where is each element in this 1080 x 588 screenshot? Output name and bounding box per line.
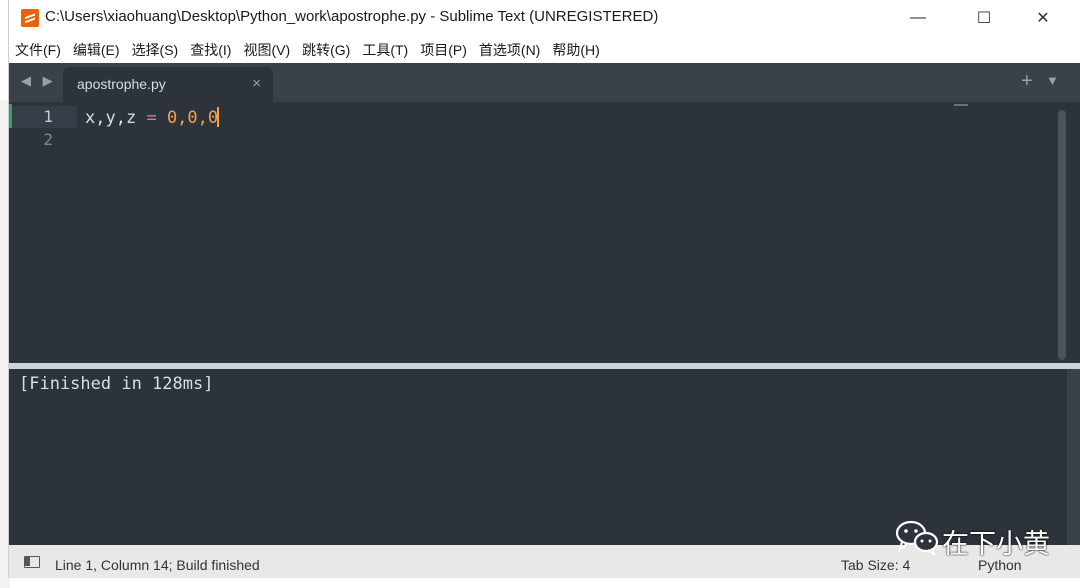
menu-bar: 文件(F) 编辑(E) 选择(S) 查找(I) 视图(V) 跳转(G) 工具(T… [9, 36, 1080, 63]
build-output-text: [Finished in 128ms] [19, 374, 214, 394]
menu-file[interactable]: 文件(F) [9, 40, 67, 60]
sublime-window: C:\Users\xiaohuang\Desktop\Python_work\a… [8, 0, 1080, 578]
tab-list-dropdown-icon[interactable]: ▼ [1046, 73, 1059, 88]
tab-bar: ◀ ▶ apostrophe.py × + ▼ [9, 63, 1080, 102]
code-line-1[interactable]: x,y,z = 0,0,0 [85, 107, 220, 128]
new-tab-icon[interactable]: + [1021, 70, 1033, 93]
menu-view[interactable]: 视图(V) [237, 40, 296, 60]
menu-goto[interactable]: 跳转(G) [296, 40, 356, 60]
tab-apostrophe-py[interactable]: apostrophe.py × [63, 67, 273, 102]
menu-edit[interactable]: 编辑(E) [67, 40, 126, 60]
menu-project[interactable]: 项目(P) [414, 40, 473, 60]
sublime-logo-icon [21, 9, 39, 27]
editor-scrollbar[interactable] [1058, 110, 1066, 360]
editor-area[interactable]: 1 2 x,y,z = 0,0,0 [9, 102, 1080, 363]
tab-nav-arrows-icon[interactable]: ◀ ▶ [21, 73, 57, 89]
close-button[interactable]: ✕ [1014, 0, 1072, 36]
wechat-icon [895, 520, 939, 555]
output-scrollbar[interactable] [1067, 369, 1080, 545]
title-bar: C:\Users\xiaohuang\Desktop\Python_work\a… [9, 0, 1080, 36]
code-values: 0,0,0 [166, 108, 219, 128]
menu-find[interactable]: 查找(I) [184, 40, 237, 60]
code-variables: x,y,z [85, 108, 137, 128]
watermark-text: 在下小黄 [942, 529, 1050, 559]
window-title: C:\Users\xiaohuang\Desktop\Python_work\a… [45, 8, 659, 25]
menu-selection[interactable]: 选择(S) [126, 40, 185, 60]
tab-label: apostrophe.py [77, 76, 166, 92]
menu-help[interactable]: 帮助(H) [546, 40, 605, 60]
code-operator: = [146, 108, 157, 128]
status-tab-size[interactable]: Tab Size: 4 [841, 557, 910, 573]
text-cursor [217, 107, 220, 127]
menu-tools[interactable]: 工具(T) [356, 40, 414, 60]
maximize-button[interactable]: ☐ [955, 0, 1013, 36]
minimize-button[interactable]: — [889, 0, 947, 36]
status-position: Line 1, Column 14; Build finished [55, 557, 260, 573]
line-number-2: 2 [43, 130, 53, 149]
minimap[interactable] [954, 104, 968, 106]
panel-toggle-icon[interactable] [24, 556, 40, 568]
menu-preferences[interactable]: 首选项(N) [473, 40, 546, 60]
tab-close-icon[interactable]: × [252, 75, 261, 92]
line-number-1: 1 [43, 107, 53, 126]
